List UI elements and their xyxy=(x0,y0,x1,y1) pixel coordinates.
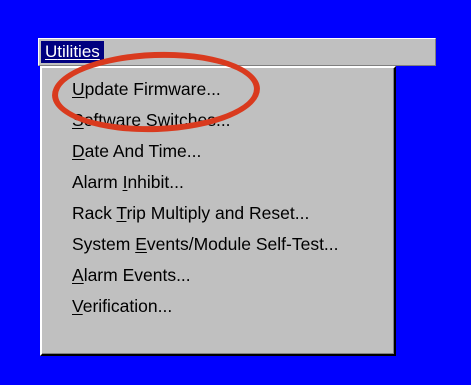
menu-item-accel: S xyxy=(72,110,84,130)
menu-item-label: rip Multiply and Reset... xyxy=(126,203,310,223)
menu-item-label: oftware Switches... xyxy=(83,110,231,130)
menu-item-alarm-events[interactable]: Alarm Events... xyxy=(42,260,394,291)
menu-item-label: nhibit... xyxy=(127,172,184,192)
menu-item-label: larm Events... xyxy=(83,265,191,285)
menu-item-software-switches[interactable]: Software Switches... xyxy=(42,105,394,136)
menu-item-verification[interactable]: Verification... xyxy=(42,291,394,322)
menu-item-prefix: Rack xyxy=(72,203,117,223)
menu-item-prefix: Alarm xyxy=(72,172,123,192)
menu-item-update-firmware[interactable]: Update Firmware... xyxy=(42,74,394,105)
menu-item-accel: U xyxy=(72,79,85,99)
utilities-menu-label: tilities xyxy=(57,42,100,61)
menu-item-label: vents/Module Self-Test... xyxy=(146,234,339,254)
menu-item-prefix: System xyxy=(72,234,136,254)
menu-item-date-and-time[interactable]: Date And Time... xyxy=(42,136,394,167)
menu-item-rack-trip-multiply-reset[interactable]: Rack Trip Multiply and Reset... xyxy=(42,198,394,229)
menu-item-alarm-inhibit[interactable]: Alarm Inhibit... xyxy=(42,167,394,198)
menu-item-system-events-self-test[interactable]: System Events/Module Self-Test... xyxy=(42,229,394,260)
menu-item-label: erification... xyxy=(82,296,173,316)
menu-bar: Utilities xyxy=(38,38,436,66)
menu-item-accel: V xyxy=(72,296,83,316)
menu-item-accel: A xyxy=(72,265,84,285)
menu-item-accel: T xyxy=(116,203,127,223)
utilities-menu[interactable]: Utilities xyxy=(41,41,104,63)
menu-item-accel: D xyxy=(72,141,85,161)
utilities-menu-accel: U xyxy=(45,42,58,61)
menu-item-label: ate And Time... xyxy=(84,141,202,161)
utilities-dropdown: Update Firmware... Software Switches... … xyxy=(40,66,396,356)
menu-item-label: pdate Firmware... xyxy=(84,79,221,99)
menu-item-accel: E xyxy=(135,234,147,254)
